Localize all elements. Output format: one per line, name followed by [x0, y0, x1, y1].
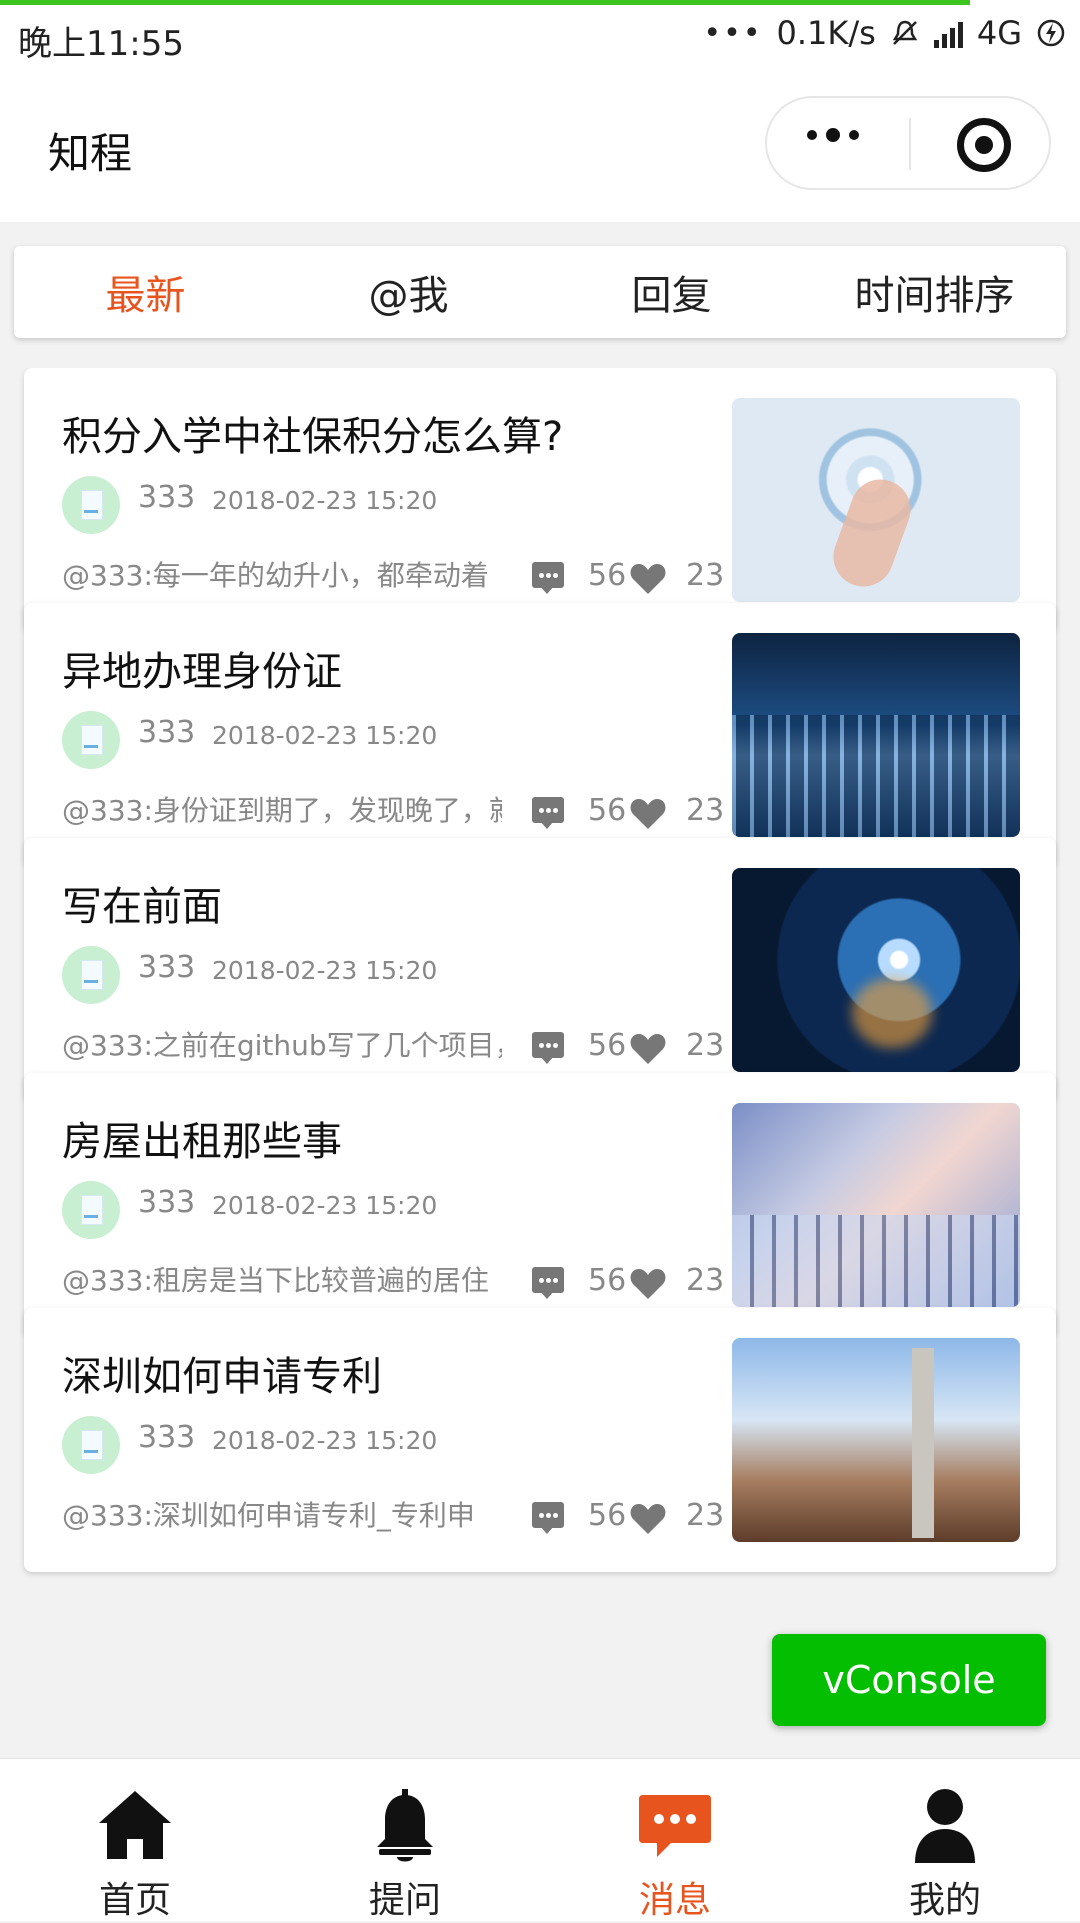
comment-icon — [532, 1502, 564, 1534]
page-title: 知程 — [48, 129, 133, 178]
more-menu-button[interactable] — [807, 128, 859, 142]
post-card[interactable]: 深圳如何申请专利 333 2018-02-23 15:20 @333:深圳如何申… — [24, 1308, 1056, 1572]
post-excerpt: @333:之前在github写了几个项目， — [62, 1029, 502, 1062]
tab-sort-by-time[interactable]: 时间排序 — [803, 246, 1066, 338]
capsule-divider — [909, 118, 911, 170]
heart-icon[interactable] — [628, 1263, 668, 1303]
post-thumbnail[interactable] — [732, 1103, 1020, 1307]
tab-mentions[interactable]: @我 — [277, 246, 540, 338]
like-count: 23 — [686, 1028, 725, 1063]
tabbar-messages[interactable]: 消息 — [540, 1759, 810, 1921]
post-excerpt: @333:租房是当下比较普遍的居住 — [62, 1264, 489, 1297]
heart-icon[interactable] — [628, 793, 668, 833]
bottom-tab-bar: 首页 提问 消息 我的 — [0, 1758, 1080, 1921]
comment-count: 56 — [588, 558, 627, 593]
post-thumbnail[interactable] — [732, 1338, 1020, 1542]
post-excerpt: @333:深圳如何申请专利_专利申 — [62, 1499, 475, 1532]
tabbar-ask[interactable]: 提问 — [270, 1759, 540, 1921]
heart-icon[interactable] — [628, 1498, 668, 1538]
avatar — [62, 1416, 120, 1474]
user-icon — [915, 1789, 975, 1863]
comment-count: 56 — [588, 1498, 627, 1533]
post-card[interactable]: 写在前面 333 2018-02-23 15:20 @333:之前在github… — [24, 838, 1056, 1102]
tabbar-label: 首页 — [98, 1880, 171, 1921]
post-date: 2018-02-23 15:20 — [212, 721, 438, 750]
post-thumbnail[interactable] — [732, 633, 1020, 837]
mute-icon — [892, 20, 918, 45]
vconsole-button[interactable]: vConsole — [772, 1634, 1046, 1726]
nav-bar: 知程 — [0, 72, 1080, 222]
post-excerpt: @333:每一年的幼升小，都牵动着 — [62, 559, 489, 592]
comment-icon — [532, 1032, 564, 1064]
miniprogram-capsule — [765, 96, 1051, 190]
more-dots-icon: ••• — [703, 15, 763, 51]
post-date: 2018-02-23 15:20 — [212, 1191, 438, 1220]
tabbar-label: 我的 — [908, 1880, 981, 1921]
post-card[interactable]: 异地办理身份证 333 2018-02-23 15:20 @333:身份证到期了… — [24, 603, 1056, 867]
avatar — [62, 946, 120, 1004]
filter-tabs: 最新 @我 回复 时间排序 — [14, 246, 1066, 338]
post-author: 333 — [138, 1420, 196, 1455]
comment-icon — [532, 562, 564, 594]
comment-icon — [532, 1267, 564, 1299]
post-list: 积分入学中社保积分怎么算? 333 2018-02-23 15:20 @333:… — [0, 368, 1080, 1758]
post-excerpt: @333:身份证到期了，发现晚了，就 — [62, 794, 502, 827]
post-title: 写在前面 — [62, 884, 222, 930]
avatar — [62, 711, 120, 769]
close-miniprogram-button[interactable] — [957, 118, 1011, 172]
charging-icon — [1037, 19, 1065, 47]
post-card[interactable]: 积分入学中社保积分怎么算? 333 2018-02-23 15:20 @333:… — [24, 368, 1056, 632]
tabbar-label: 提问 — [368, 1880, 441, 1921]
post-date: 2018-02-23 15:20 — [212, 1426, 438, 1455]
like-count: 23 — [686, 558, 725, 593]
tabbar-home[interactable]: 首页 — [0, 1759, 270, 1921]
post-date: 2018-02-23 15:20 — [212, 486, 438, 515]
message-icon — [639, 1795, 711, 1857]
tab-latest[interactable]: 最新 — [14, 246, 277, 338]
tab-replies[interactable]: 回复 — [540, 246, 803, 338]
post-title: 积分入学中社保积分怎么算? — [62, 414, 564, 460]
status-icons: ••• 0.1K/s 4G — [703, 14, 1066, 52]
home-icon — [99, 1791, 171, 1859]
post-author: 333 — [138, 715, 196, 750]
comment-count: 56 — [588, 1263, 627, 1298]
like-count: 23 — [686, 793, 725, 828]
post-author: 333 — [138, 480, 196, 515]
avatar — [62, 476, 120, 534]
network-type: 4G — [976, 14, 1022, 52]
post-title: 深圳如何申请专利 — [62, 1354, 382, 1400]
status-time: 晚上11:55 — [18, 24, 184, 64]
post-thumbnail[interactable] — [732, 398, 1020, 602]
tabbar-label: 消息 — [638, 1880, 711, 1921]
post-title: 异地办理身份证 — [62, 649, 342, 695]
status-bar: 晚上11:55 ••• 0.1K/s 4G — [0, 0, 1080, 72]
post-author: 333 — [138, 950, 196, 985]
comment-icon — [532, 797, 564, 829]
avatar — [62, 1181, 120, 1239]
post-thumbnail[interactable] — [732, 868, 1020, 1072]
like-count: 23 — [686, 1263, 725, 1298]
signal-icon — [933, 18, 963, 48]
bell-icon — [377, 1789, 433, 1862]
loading-progress-bar — [0, 0, 970, 5]
heart-icon[interactable] — [628, 1028, 668, 1068]
heart-icon[interactable] — [628, 558, 668, 598]
tabbar-profile[interactable]: 我的 — [810, 1759, 1080, 1921]
comment-count: 56 — [588, 793, 627, 828]
comment-count: 56 — [588, 1028, 627, 1063]
post-date: 2018-02-23 15:20 — [212, 956, 438, 985]
post-title: 房屋出租那些事 — [62, 1119, 342, 1165]
net-speed: 0.1K/s — [776, 14, 876, 52]
post-card[interactable]: 房屋出租那些事 333 2018-02-23 15:20 @333:租房是当下比… — [24, 1073, 1056, 1337]
like-count: 23 — [686, 1498, 725, 1533]
post-author: 333 — [138, 1185, 196, 1220]
